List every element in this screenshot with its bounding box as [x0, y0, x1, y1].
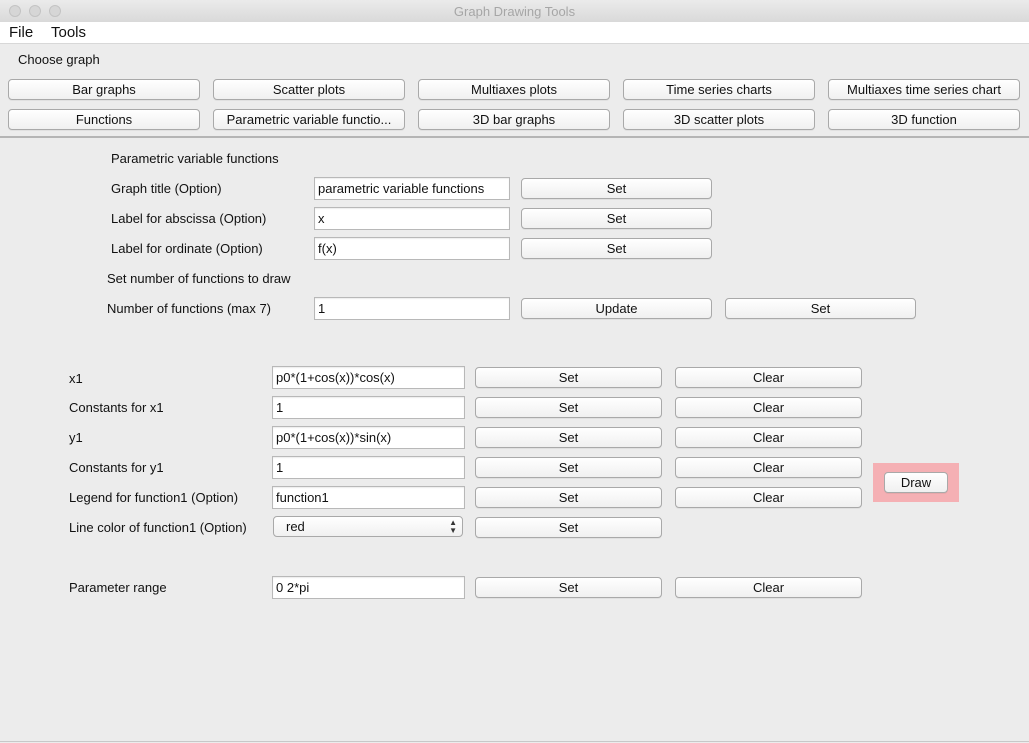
y1-label: y1: [69, 430, 83, 445]
time-series-charts-button[interactable]: Time series charts: [623, 79, 815, 100]
abscissa-label: Label for abscissa (Option): [111, 211, 267, 226]
y1-constants-label: Constants for y1: [69, 460, 164, 475]
x1-clear-button[interactable]: Clear: [675, 367, 862, 388]
y1-set-button[interactable]: Set: [475, 427, 662, 448]
legend-clear-button[interactable]: Clear: [675, 487, 862, 508]
menu-file[interactable]: File: [9, 24, 33, 41]
draw-button[interactable]: Draw: [884, 472, 948, 493]
graph-title-input[interactable]: parametric variable functions: [314, 177, 510, 200]
3d-scatter-plots-button[interactable]: 3D scatter plots: [623, 109, 815, 130]
ordinate-input[interactable]: f(x): [314, 237, 510, 260]
line-color-value: red: [286, 519, 305, 534]
3d-function-button[interactable]: 3D function: [828, 109, 1020, 130]
multiaxes-time-series-chart-button[interactable]: Multiaxes time series chart: [828, 79, 1020, 100]
y1-constants-input[interactable]: 1: [272, 456, 465, 479]
3d-bar-graphs-button[interactable]: 3D bar graphs: [418, 109, 610, 130]
x1-constants-label: Constants for x1: [69, 400, 164, 415]
num-functions-input[interactable]: 1: [314, 297, 510, 320]
select-arrows-icon: ▲ ▼: [449, 518, 457, 535]
title-bar: Graph Drawing Tools: [0, 0, 1029, 23]
x1-label: x1: [69, 371, 83, 386]
y1-clear-button[interactable]: Clear: [675, 427, 862, 448]
menu-bar: File Tools: [0, 22, 1029, 44]
num-functions-label: Number of functions (max 7): [107, 301, 272, 316]
y1-constants-clear-button[interactable]: Clear: [675, 457, 862, 478]
window-bottom-border: [0, 741, 1029, 742]
abscissa-set-button[interactable]: Set: [521, 208, 712, 229]
choose-graph-panel: Choose graph Bar graphs Scatter plots Mu…: [0, 44, 1029, 138]
ordinate-set-button[interactable]: Set: [521, 238, 712, 259]
y1-input[interactable]: p0*(1+cos(x))*sin(x): [272, 426, 465, 449]
x1-constants-set-button[interactable]: Set: [475, 397, 662, 418]
bar-graphs-button[interactable]: Bar graphs: [8, 79, 200, 100]
x1-constants-input[interactable]: 1: [272, 396, 465, 419]
x1-input[interactable]: p0*(1+cos(x))*cos(x): [272, 366, 465, 389]
num-functions-set-button[interactable]: Set: [725, 298, 916, 319]
line-color-set-button[interactable]: Set: [475, 517, 662, 538]
y1-constants-set-button[interactable]: Set: [475, 457, 662, 478]
parameter-range-set-button[interactable]: Set: [475, 577, 662, 598]
choose-graph-label: Choose graph: [18, 52, 100, 67]
parameter-range-clear-button[interactable]: Clear: [675, 577, 862, 598]
parametric-variable-functions-button[interactable]: Parametric variable functio...: [213, 109, 405, 130]
ordinate-label: Label for ordinate (Option): [111, 241, 263, 256]
num-functions-heading: Set number of functions to draw: [107, 271, 291, 286]
update-button[interactable]: Update: [521, 298, 712, 319]
legend-set-button[interactable]: Set: [475, 487, 662, 508]
parameter-range-label: Parameter range: [69, 580, 167, 595]
abscissa-input[interactable]: x: [314, 207, 510, 230]
line-color-select[interactable]: red ▲ ▼: [273, 516, 463, 537]
functions-button[interactable]: Functions: [8, 109, 200, 130]
legend-input[interactable]: function1: [272, 486, 465, 509]
x1-set-button[interactable]: Set: [475, 367, 662, 388]
menu-tools[interactable]: Tools: [51, 24, 86, 41]
section-heading: Parametric variable functions: [111, 151, 279, 166]
legend-label: Legend for function1 (Option): [69, 490, 239, 505]
scatter-plots-button[interactable]: Scatter plots: [213, 79, 405, 100]
parameter-range-input[interactable]: 0 2*pi: [272, 576, 465, 599]
graph-title-label: Graph title (Option): [111, 181, 222, 196]
multiaxes-plots-button[interactable]: Multiaxes plots: [418, 79, 610, 100]
window-title: Graph Drawing Tools: [453, 4, 576, 19]
graph-title-set-button[interactable]: Set: [521, 178, 712, 199]
line-color-label: Line color of function1 (Option): [69, 520, 247, 535]
x1-constants-clear-button[interactable]: Clear: [675, 397, 862, 418]
